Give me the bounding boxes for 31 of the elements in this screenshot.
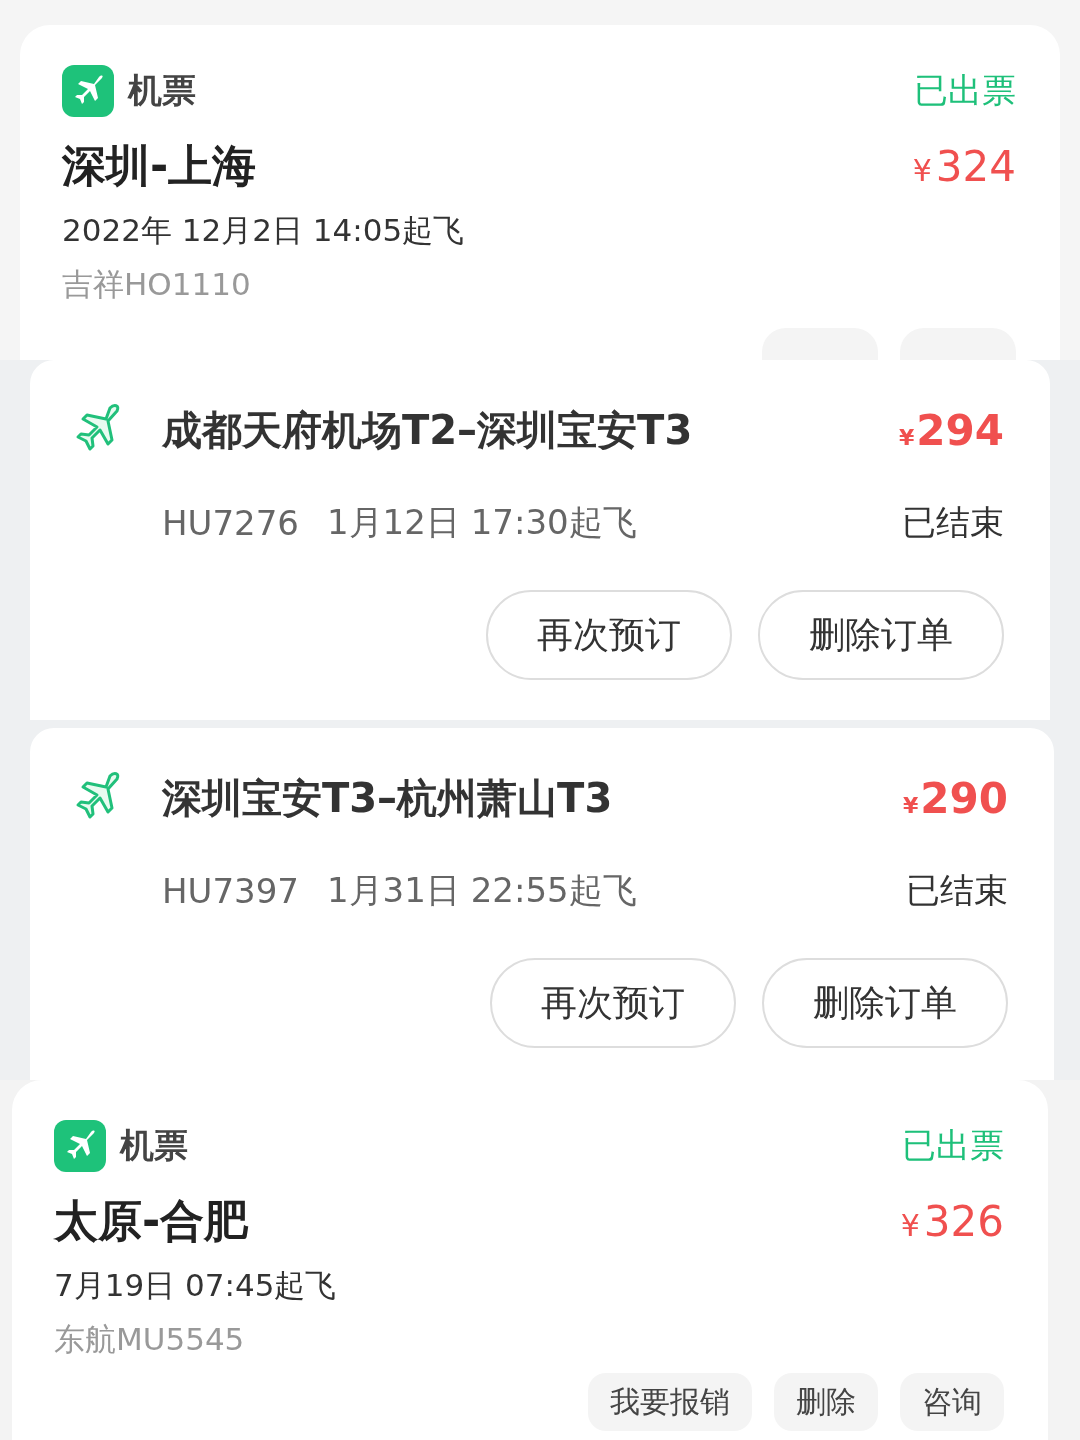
flight-number: 东航MU5545 — [54, 1320, 246, 1359]
action-button[interactable]: 删除订单 — [762, 958, 1008, 1048]
action-button[interactable]: 删除 — [774, 1373, 878, 1431]
departure-time: 2022年 12月2日 14:05起飞 — [62, 211, 466, 250]
price: ¥294 — [899, 405, 1004, 455]
order-status: 已结束 — [902, 501, 1004, 544]
action-button[interactable]: 再次预订 — [486, 590, 732, 680]
route-title: 深圳宝安T3–杭州萧山T3 — [162, 773, 614, 823]
action-button[interactable]: 删除订单 — [758, 590, 1004, 680]
price: ¥290 — [903, 773, 1008, 823]
departure-time: 1月12日 17:30起飞 — [327, 501, 637, 544]
price: ¥324 — [912, 142, 1016, 191]
category-label: 机票 — [120, 1124, 188, 1167]
action-button[interactable]: 咨询 — [900, 1373, 1004, 1431]
order-status: 已出票 — [902, 1124, 1004, 1167]
route-title: 成都天府机场T2–深圳宝安T3 — [162, 405, 694, 455]
departure-time: 1月31日 22:55起飞 — [327, 869, 637, 912]
flight-number: 吉祥HO1110 — [62, 265, 252, 304]
route-title: 深圳-上海 — [62, 139, 257, 193]
plane-icon — [62, 65, 114, 117]
action-button[interactable]: 再次预订 — [490, 958, 736, 1048]
route-title: 太原-合肥 — [54, 1194, 249, 1248]
order-status: 已结束 — [906, 869, 1008, 912]
action-button[interactable]: 我要报销 — [588, 1373, 752, 1431]
flight-number: HU7276 — [162, 503, 299, 543]
plane-icon — [54, 1120, 106, 1172]
flight-number: HU7397 — [162, 871, 299, 911]
price: ¥326 — [900, 1197, 1004, 1246]
order-status: 已出票 — [914, 69, 1016, 112]
departure-time: 7月19日 07:45起飞 — [54, 1266, 338, 1305]
category-label: 机票 — [128, 69, 196, 112]
